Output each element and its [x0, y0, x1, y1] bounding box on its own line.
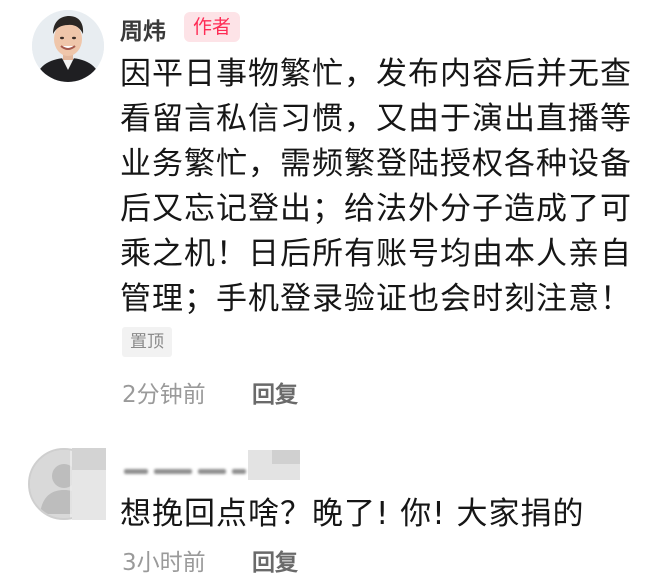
- avatar[interactable]: [32, 10, 104, 82]
- comment-text: 想挽回点啥？晚了! 你! 大家捐的: [120, 492, 585, 537]
- comment-timestamp: 3小时前: [122, 550, 206, 576]
- avatar-image: [32, 10, 104, 82]
- comment-timestamp: 2分钟前: [122, 382, 206, 408]
- comment-line: 乘之机！日后所有账号均由本人亲自: [120, 236, 632, 272]
- redaction-stroke: [198, 469, 226, 474]
- comment-line: 业务繁忙，需频繁登陆授权各种设备: [120, 146, 632, 182]
- reply-button[interactable]: 回复: [252, 543, 298, 577]
- redaction-stroke: [232, 469, 246, 474]
- reply-button[interactable]: 回复: [252, 375, 298, 409]
- comment-line: 后又忘记登出；给法外分子造成了可: [120, 191, 632, 227]
- comment-line: 因平日事物繁忙，发布内容后并无查: [120, 56, 632, 92]
- pixelated-mosaic: [272, 450, 300, 464]
- comment-line: 管理；手机登录验证也会时刻注意！: [120, 281, 632, 317]
- pixelated-mosaic: [72, 448, 106, 470]
- comment-text: 因平日事物繁忙，发布内容后并无查 看留言私信习惯，又由于演出直播等 业务繁忙，需…: [120, 52, 632, 322]
- comment-line: 想挽回点啥？晚了! 你! 大家捐的: [120, 496, 585, 532]
- pinned-tag: 置顶: [122, 327, 172, 357]
- redaction-stroke: [124, 469, 148, 474]
- comment-line: 看留言私信习惯，又由于演出直播等: [120, 101, 632, 137]
- username[interactable]: 周炜: [120, 12, 166, 46]
- author-badge: 作者: [184, 12, 241, 42]
- user-comment: 想挽回点啥？晚了! 你! 大家捐的 3小时前 回复: [0, 430, 664, 585]
- author-comment: 周炜 作者 因平日事物繁忙，发布内容后并无查 看留言私信习惯，又由于演出直播等 …: [0, 0, 664, 430]
- redaction-stroke: [154, 469, 192, 474]
